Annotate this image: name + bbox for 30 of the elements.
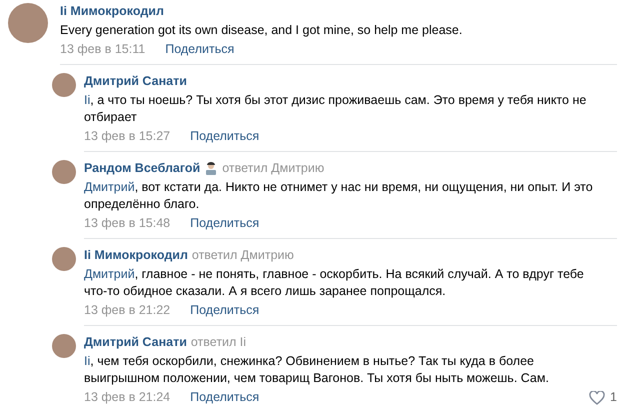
addressee-link[interactable]: Ii: [84, 354, 90, 368]
comment-text: Ii, чем тебя оскорбили, снежинка? Обвинением в нытье? Так ты куда в более выигрышном положении, чем товарищ Вагонов. Ты хотя бы ныть можешь. Сам.: [84, 353, 550, 387]
comment-text: Every generation got its own disease, and I got mine, so help me please.: [60, 22, 464, 39]
share-link[interactable]: Поделиться: [190, 302, 260, 319]
share-link[interactable]: Поделиться: [190, 215, 260, 232]
avatar[interactable]: [52, 247, 76, 271]
person-at-laptop-icon: [204, 162, 218, 176]
reply-to-label: ответил Ii: [190, 334, 246, 351]
avatar[interactable]: [52, 334, 76, 358]
avatar[interactable]: [8, 3, 48, 43]
author-name[interactable]: Рандом Всеблагой: [84, 160, 200, 177]
addressee-link[interactable]: Ii: [84, 93, 90, 107]
like-count: 1: [610, 389, 617, 406]
avatar[interactable]: [52, 160, 76, 184]
author-name[interactable]: Ii Мимокрокодил: [60, 3, 164, 20]
author-name[interactable]: Ii Мимокрокодил: [84, 247, 188, 264]
heart-icon[interactable]: [589, 390, 606, 404]
comment-text: Дмитрий, вот кстати да. Никто не отнимет у нас ни время, ни ощущения, ни опыт. И это определённо благо.: [84, 179, 594, 213]
share-link[interactable]: Поделиться: [190, 128, 260, 145]
reply-to-label: ответил Дмитрию: [222, 160, 324, 177]
addressee-link[interactable]: Дмитрий: [84, 180, 135, 194]
author-name[interactable]: Дмитрий Санати: [84, 73, 187, 90]
avatar[interactable]: [52, 73, 76, 97]
comment-text: Дмитрий, главное - не понять, главное - оскорбить. На всякий случай. А то вдруг тебе что-то обидное сказали. А я всего лишь заранее попрощался.: [84, 266, 585, 300]
author-name[interactable]: Дмитрий Санати: [84, 334, 187, 351]
comment-text: Ii, а что ты ноешь? Ты хотя бы этот дизис проживаешь сам. Это время у тебя никто не отбирает: [84, 92, 588, 126]
addressee-link[interactable]: Дмитрий: [84, 267, 135, 281]
share-link[interactable]: Поделиться: [190, 389, 260, 406]
reply-to-label: ответил Дмитрию: [192, 247, 294, 264]
share-link[interactable]: Поделиться: [165, 41, 234, 58]
